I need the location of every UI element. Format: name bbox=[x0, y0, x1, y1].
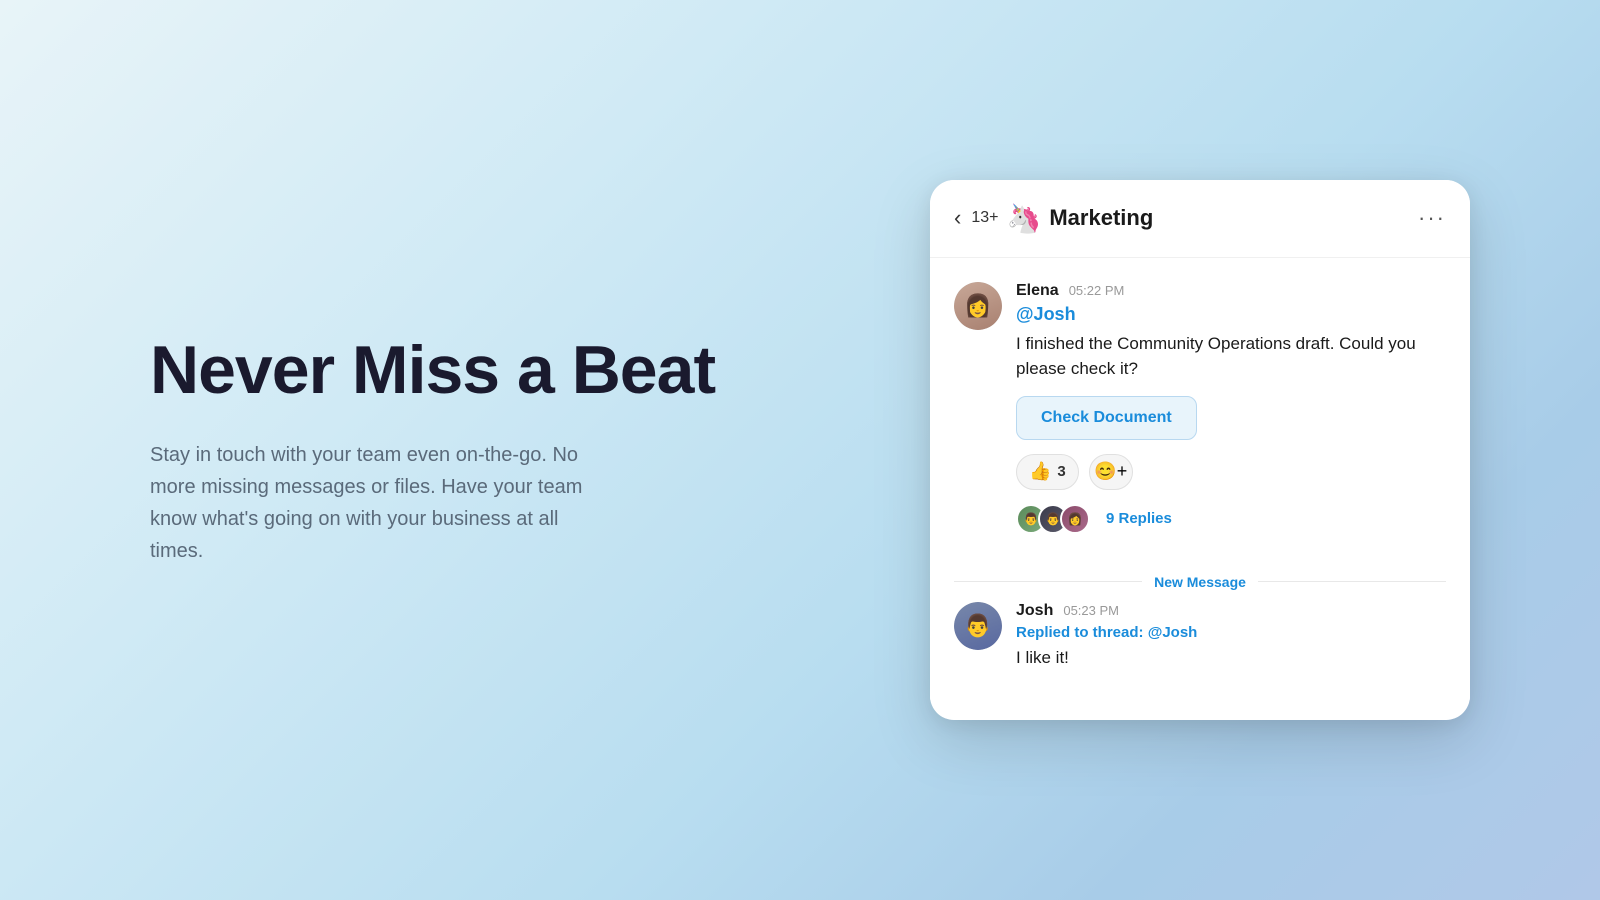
replies-link[interactable]: 9 Replies bbox=[1106, 510, 1172, 527]
chat-header: ‹ 13+ 🦄 Marketing ··· bbox=[930, 180, 1470, 258]
reply-avatars: 👨 👨 👩 bbox=[1016, 504, 1090, 534]
message-text-elena: I finished the Community Operations draf… bbox=[1016, 331, 1446, 382]
message-item-josh: 👨 Josh 05:23 PM Replied to thread: @Josh… bbox=[954, 602, 1446, 701]
replied-to-mention-text: @Josh bbox=[1148, 624, 1198, 641]
divider-line-right bbox=[1258, 581, 1446, 582]
new-message-label: New Message bbox=[1154, 574, 1246, 590]
timestamp-josh: 05:23 PM bbox=[1063, 603, 1119, 618]
message-content-elena: Elena 05:22 PM @Josh I finished the Comm… bbox=[1016, 282, 1446, 542]
page-wrapper: Never Miss a Beat Stay in touch with you… bbox=[0, 0, 1600, 900]
message-text-josh: I like it! bbox=[1016, 645, 1446, 671]
thread-replies[interactable]: 👨 👨 👩 9 Replies bbox=[1016, 504, 1446, 534]
divider-line-left bbox=[954, 581, 1142, 582]
more-button[interactable]: ··· bbox=[1418, 205, 1446, 231]
sender-name-josh: Josh bbox=[1016, 602, 1053, 620]
reply-thread-label: Replied to thread: @Josh bbox=[1016, 624, 1446, 641]
new-message-divider: New Message bbox=[954, 562, 1446, 602]
add-reaction-icon: 😊+ bbox=[1094, 461, 1127, 482]
message-header-josh: Josh 05:23 PM bbox=[1016, 602, 1446, 620]
mention-josh: @Josh bbox=[1016, 304, 1446, 325]
messages-area: 👩 Elena 05:22 PM @Josh I finished the Co… bbox=[930, 258, 1470, 701]
message-content-josh: Josh 05:23 PM Replied to thread: @Josh I… bbox=[1016, 602, 1446, 671]
member-count: 13+ bbox=[971, 209, 998, 227]
reply-avatar-3: 👩 bbox=[1060, 504, 1090, 534]
check-document-button[interactable]: Check Document bbox=[1016, 396, 1197, 440]
message-header-elena: Elena 05:22 PM bbox=[1016, 282, 1446, 300]
timestamp-elena: 05:22 PM bbox=[1069, 283, 1125, 298]
thumbs-up-emoji: 👍 bbox=[1029, 461, 1051, 482]
channel-emoji: 🦄 bbox=[1006, 202, 1041, 235]
add-reaction-button[interactable]: 😊+ bbox=[1089, 454, 1133, 490]
reaction-count: 3 bbox=[1057, 463, 1065, 480]
replied-to-prefix: Replied to thread: bbox=[1016, 624, 1144, 641]
left-content: Never Miss a Beat Stay in touch with you… bbox=[0, 333, 930, 568]
avatar-josh: 👨 bbox=[954, 602, 1002, 650]
sender-name-elena: Elena bbox=[1016, 282, 1059, 300]
channel-name: Marketing bbox=[1049, 205, 1418, 231]
chat-card: ‹ 13+ 🦄 Marketing ··· 👩 Elena 05:22 PM bbox=[930, 180, 1470, 721]
hero-subtitle: Stay in touch with your team even on-the… bbox=[150, 439, 610, 567]
phone-container: ‹ 13+ 🦄 Marketing ··· 👩 Elena 05:22 PM bbox=[930, 180, 1470, 721]
message-item-elena: 👩 Elena 05:22 PM @Josh I finished the Co… bbox=[954, 282, 1446, 542]
thumbs-up-reaction[interactable]: 👍 3 bbox=[1016, 454, 1079, 490]
reactions: 👍 3 😊+ bbox=[1016, 454, 1446, 490]
hero-title: Never Miss a Beat bbox=[150, 333, 850, 408]
back-button[interactable]: ‹ bbox=[954, 205, 961, 231]
avatar-elena: 👩 bbox=[954, 282, 1002, 330]
